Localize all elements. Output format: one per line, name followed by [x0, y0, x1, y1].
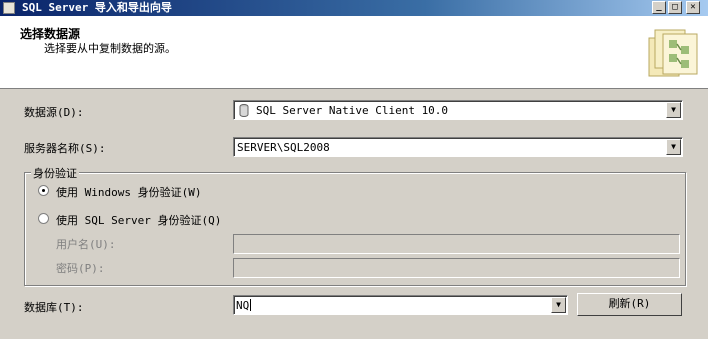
username-field[interactable]: [233, 234, 680, 254]
maximize-button[interactable]: □: [668, 1, 682, 14]
app-icon: [3, 2, 15, 14]
datasource-select[interactable]: SQL Server Native Client 10.0 ▼: [233, 100, 683, 120]
chevron-down-icon[interactable]: ▼: [666, 139, 681, 155]
database-value[interactable]: NQ: [236, 299, 249, 312]
windows-auth-label[interactable]: 使用 Windows 身份验证(W): [56, 184, 201, 200]
server-name-select[interactable]: SERVER\SQL2008 ▼: [233, 137, 683, 157]
auth-group-title: 身份验证: [31, 165, 79, 181]
password-field[interactable]: [233, 258, 680, 278]
sql-auth-label[interactable]: 使用 SQL Server 身份验证(Q): [56, 212, 221, 228]
datasource-value: SQL Server Native Client 10.0: [256, 104, 449, 117]
minimize-button[interactable]: _: [652, 1, 666, 14]
database-label: 数据库(T):: [24, 301, 84, 314]
database-select[interactable]: NQ ▼: [233, 295, 568, 315]
wizard-header: 选择数据源 选择要从中复制数据的源。: [0, 16, 708, 89]
password-label: 密码(P):: [56, 262, 105, 275]
title-bar: SQL Server 导入和导出向导 _ □ ✕: [0, 0, 708, 16]
page-subtitle: 选择要从中复制数据的源。: [44, 42, 176, 55]
chevron-down-icon[interactable]: ▼: [551, 297, 566, 313]
username-label: 用户名(U):: [56, 238, 116, 251]
close-button[interactable]: ✕: [686, 1, 700, 14]
database-icon: [239, 104, 249, 117]
wizard-transfer-icon: [648, 29, 698, 77]
server-label: 服务器名称(S):: [24, 142, 106, 155]
window-title: SQL Server 导入和导出向导: [22, 1, 172, 14]
server-name-value: SERVER\SQL2008: [237, 141, 330, 154]
sql-auth-radio[interactable]: [38, 213, 49, 224]
chevron-down-icon[interactable]: ▼: [666, 102, 681, 118]
datasource-label: 数据源(D):: [24, 106, 84, 119]
windows-auth-radio[interactable]: [38, 185, 49, 196]
refresh-button[interactable]: 刷新(R): [577, 293, 682, 316]
text-caret: [250, 299, 251, 311]
